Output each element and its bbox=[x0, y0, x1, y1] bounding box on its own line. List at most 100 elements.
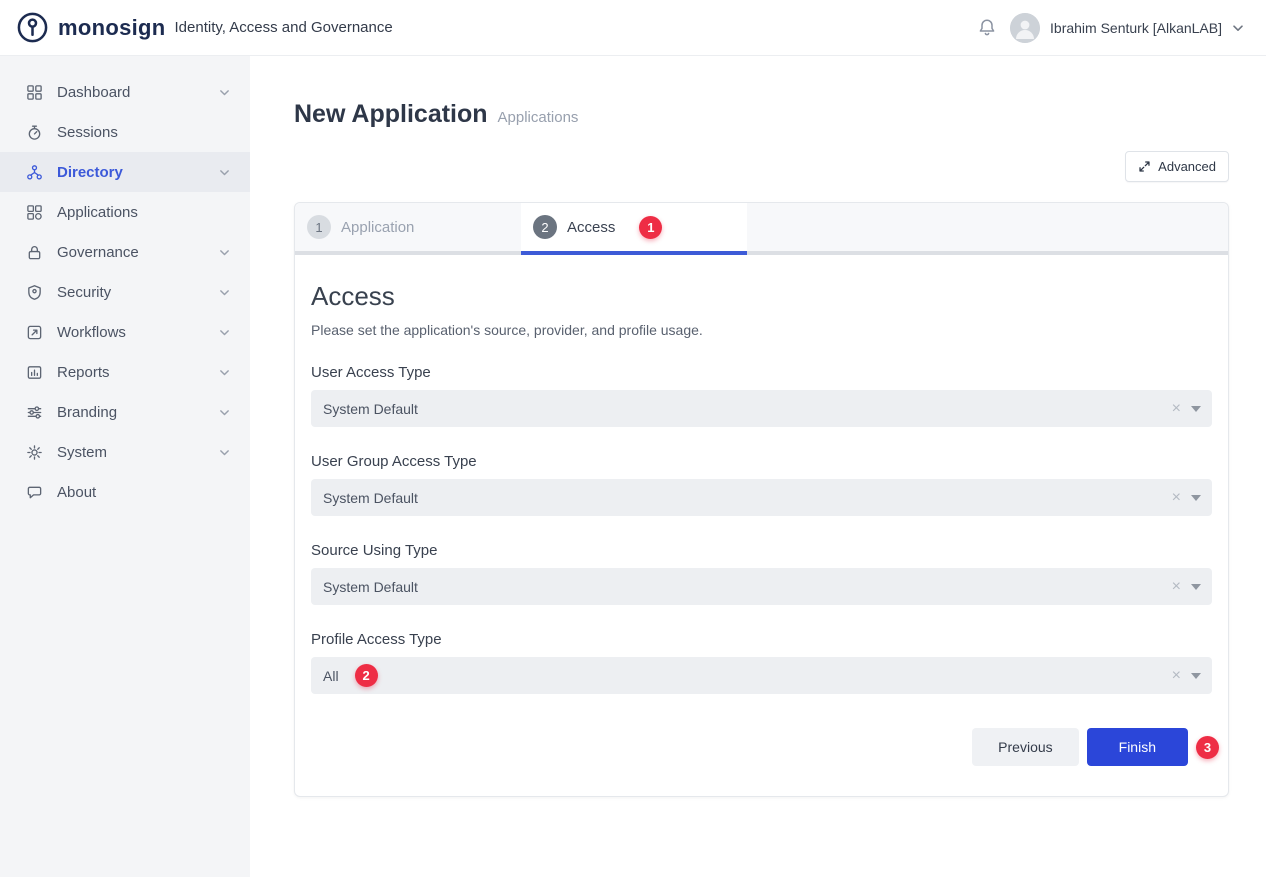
chevron-down-icon bbox=[1232, 22, 1244, 34]
sidebar-item-branding[interactable]: Branding bbox=[0, 392, 250, 432]
report-chart-icon bbox=[26, 364, 43, 381]
directory-icon bbox=[26, 164, 43, 181]
sidebar-item-label: System bbox=[57, 444, 107, 461]
expand-arrows-icon bbox=[1138, 160, 1151, 173]
brand-name: monosign bbox=[58, 15, 166, 41]
sidebar-item-label: Governance bbox=[57, 244, 139, 261]
brand[interactable]: monosign bbox=[16, 11, 166, 44]
tab-application[interactable]: 1 Application bbox=[295, 203, 521, 251]
caret-down-icon bbox=[1191, 673, 1201, 679]
dashboard-icon bbox=[26, 84, 43, 101]
select-value: All bbox=[323, 668, 339, 684]
gear-icon bbox=[26, 444, 43, 461]
chevron-down-icon bbox=[219, 87, 230, 98]
source-using-type-select[interactable]: System Default × bbox=[311, 568, 1212, 605]
tab-label: Access bbox=[567, 219, 615, 236]
finish-button[interactable]: Finish bbox=[1087, 728, 1188, 766]
wizard-body: Access Please set the application's sour… bbox=[295, 255, 1228, 796]
shield-icon bbox=[26, 284, 43, 301]
advanced-button[interactable]: Advanced bbox=[1125, 151, 1229, 182]
user-name: Ibrahim Senturk [AlkanLAB] bbox=[1050, 20, 1222, 36]
wizard-actions: Previous Finish 3 bbox=[311, 728, 1212, 766]
tab-access[interactable]: 2 Access 1 bbox=[521, 203, 747, 251]
chevron-down-icon bbox=[219, 327, 230, 338]
field-label: User Group Access Type bbox=[311, 453, 1212, 470]
sidebar-item-label: Sessions bbox=[57, 124, 118, 141]
section-description: Please set the application's source, pro… bbox=[311, 322, 1212, 338]
chevron-down-icon bbox=[219, 447, 230, 458]
sidebar-item-label: Branding bbox=[57, 404, 117, 421]
caret-down-icon bbox=[1191, 584, 1201, 590]
avatar bbox=[1010, 13, 1040, 43]
field-label: User Access Type bbox=[311, 364, 1212, 381]
toolbar: Advanced bbox=[294, 151, 1229, 182]
chevron-down-icon bbox=[219, 247, 230, 258]
tour-step-badge-2: 2 bbox=[355, 664, 378, 687]
app-tagline: Identity, Access and Governance bbox=[175, 19, 393, 36]
monosign-logo-icon bbox=[16, 11, 49, 44]
caret-down-icon bbox=[1191, 406, 1201, 412]
sidebar-item-reports[interactable]: Reports bbox=[0, 352, 250, 392]
step-number: 2 bbox=[533, 215, 557, 239]
topbar: monosign Identity, Access and Governance… bbox=[0, 0, 1266, 56]
sidebar-item-directory[interactable]: Directory bbox=[0, 152, 250, 192]
field-profile-access-type: Profile Access Type All 2 × bbox=[311, 631, 1212, 694]
sidebar-item-label: Workflows bbox=[57, 324, 126, 341]
sidebar-item-system[interactable]: System bbox=[0, 432, 250, 472]
profile-access-type-select[interactable]: All 2 × bbox=[311, 657, 1212, 694]
chevron-down-icon bbox=[219, 407, 230, 418]
user-access-type-select[interactable]: System Default × bbox=[311, 390, 1212, 427]
sidebar-item-label: Applications bbox=[57, 204, 138, 221]
page-head: New Application Applications bbox=[294, 100, 1229, 129]
field-source-using-type: Source Using Type System Default × bbox=[311, 542, 1212, 605]
sliders-icon bbox=[26, 404, 43, 421]
clear-icon[interactable]: × bbox=[1172, 490, 1181, 506]
select-value: System Default bbox=[323, 401, 418, 417]
sidebar-item-security[interactable]: Security bbox=[0, 272, 250, 312]
chevron-down-icon bbox=[219, 287, 230, 298]
field-user-group-access-type: User Group Access Type System Default × bbox=[311, 453, 1212, 516]
sidebar: Dashboard Sessions Directory bbox=[0, 56, 250, 877]
sidebar-item-label: Reports bbox=[57, 364, 110, 381]
sidebar-item-governance[interactable]: Governance bbox=[0, 232, 250, 272]
sidebar-item-workflows[interactable]: Workflows bbox=[0, 312, 250, 352]
chevron-down-icon bbox=[219, 167, 230, 178]
wizard-tabs: 1 Application 2 Access 1 bbox=[295, 203, 1228, 255]
step-number: 1 bbox=[307, 215, 331, 239]
breadcrumb: Applications bbox=[498, 109, 579, 126]
stopwatch-icon bbox=[26, 124, 43, 141]
chat-bubble-icon bbox=[26, 484, 43, 501]
wizard-card: 1 Application 2 Access 1 Access Please s… bbox=[294, 202, 1229, 797]
notification-bell-icon[interactable] bbox=[978, 18, 996, 37]
clear-icon[interactable]: × bbox=[1172, 401, 1181, 417]
page-title: New Application bbox=[294, 100, 488, 129]
tour-step-badge-1: 1 bbox=[639, 216, 662, 239]
clear-icon[interactable]: × bbox=[1172, 668, 1181, 684]
field-user-access-type: User Access Type System Default × bbox=[311, 364, 1212, 427]
sidebar-item-label: Dashboard bbox=[57, 84, 130, 101]
previous-button[interactable]: Previous bbox=[972, 728, 1078, 766]
tour-step-badge-3: 3 bbox=[1196, 736, 1219, 759]
field-label: Profile Access Type bbox=[311, 631, 1212, 648]
sidebar-item-dashboard[interactable]: Dashboard bbox=[0, 72, 250, 112]
lock-icon bbox=[26, 244, 43, 261]
sidebar-item-label: Security bbox=[57, 284, 111, 301]
user-menu[interactable]: Ibrahim Senturk [AlkanLAB] bbox=[1010, 13, 1244, 43]
select-value: System Default bbox=[323, 579, 418, 595]
sidebar-item-about[interactable]: About bbox=[0, 472, 250, 512]
sidebar-item-label: About bbox=[57, 484, 96, 501]
main-content: New Application Applications Advanced 1 … bbox=[250, 56, 1266, 877]
field-label: Source Using Type bbox=[311, 542, 1212, 559]
sidebar-item-sessions[interactable]: Sessions bbox=[0, 112, 250, 152]
sidebar-item-label: Directory bbox=[57, 164, 123, 181]
section-heading: Access bbox=[311, 281, 1212, 312]
user-group-access-type-select[interactable]: System Default × bbox=[311, 479, 1212, 516]
chevron-down-icon bbox=[219, 367, 230, 378]
advanced-label: Advanced bbox=[1158, 159, 1216, 174]
applications-grid-icon bbox=[26, 204, 43, 221]
sidebar-item-applications[interactable]: Applications bbox=[0, 192, 250, 232]
caret-down-icon bbox=[1191, 495, 1201, 501]
workflow-icon bbox=[26, 324, 43, 341]
select-value: System Default bbox=[323, 490, 418, 506]
clear-icon[interactable]: × bbox=[1172, 579, 1181, 595]
